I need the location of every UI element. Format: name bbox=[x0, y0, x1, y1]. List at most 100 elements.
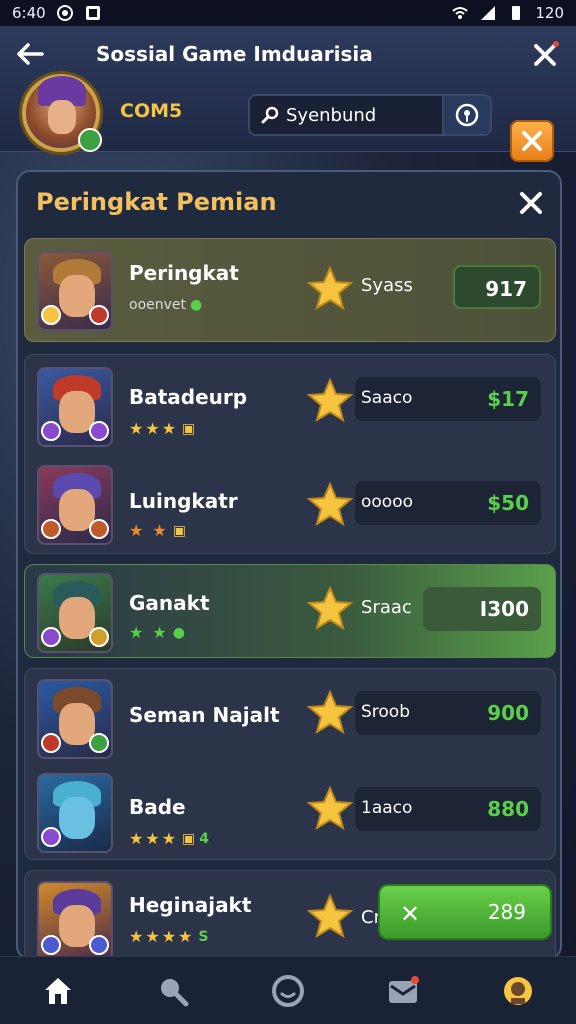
player-rating: ★ ★ ▣ bbox=[129, 521, 186, 540]
score-box: Sroob 900 bbox=[355, 691, 541, 735]
bonus-icon: ▣ bbox=[182, 830, 196, 847]
search-icon bbox=[261, 106, 279, 124]
panel-close-icon[interactable] bbox=[516, 188, 546, 218]
score-value: 900 bbox=[487, 701, 529, 725]
leaderboard-row[interactable]: Ganakt ★ ★ ● Sraac I300 bbox=[24, 564, 556, 658]
star-icon bbox=[307, 377, 353, 423]
leaderboard-panel: Peringkat Pemian Peringkat ooenvet ● Syas… bbox=[16, 170, 562, 960]
smile-icon bbox=[271, 974, 304, 1007]
search-value: Syenbund bbox=[286, 104, 377, 126]
avatar-face bbox=[48, 100, 76, 134]
score-value: 917 bbox=[485, 277, 527, 301]
nav-mail[interactable] bbox=[381, 969, 425, 1013]
row-label: Sroob bbox=[361, 702, 410, 722]
leaderboard-row-group: Seman Najalt Sroob 900 Bade ★★★ ▣ 4 1aaco … bbox=[24, 668, 556, 860]
rating-stars: ★★★★ bbox=[129, 927, 195, 946]
nav-search[interactable] bbox=[151, 969, 195, 1013]
panel-title: Peringkat Pemian bbox=[36, 188, 277, 216]
score-box: I300 bbox=[423, 587, 541, 631]
page-title: Sossial Game Imduarisia bbox=[96, 42, 373, 66]
rating-stars: ★ ★ bbox=[129, 521, 169, 540]
player-avatar-icon bbox=[37, 773, 113, 853]
close-icon[interactable] bbox=[530, 40, 560, 70]
bottom-navigation bbox=[0, 956, 576, 1024]
signal-icon bbox=[481, 6, 496, 20]
trophy-icon bbox=[504, 976, 533, 1005]
rating-stars: ★ ★ bbox=[129, 623, 169, 642]
search-icon bbox=[160, 978, 189, 1006]
player-rating: ★★★ ▣ bbox=[129, 419, 195, 438]
level-gem-icon bbox=[78, 128, 102, 152]
row-label: ooooo bbox=[361, 492, 414, 512]
target-icon bbox=[56, 5, 73, 21]
score-box: 1aaco 880 bbox=[355, 787, 541, 831]
player-rating: ★★★★ S bbox=[129, 927, 208, 946]
player-name: Heginajakt bbox=[129, 893, 252, 917]
nav-home[interactable] bbox=[36, 969, 80, 1013]
score-box: ooooo $50 bbox=[355, 481, 541, 525]
player-name: Batadeurp bbox=[129, 385, 248, 409]
row-label: 1aaco bbox=[361, 798, 413, 818]
player-rating: ★ ★ ● bbox=[129, 623, 185, 642]
bonus-icon: ▣ bbox=[182, 420, 196, 437]
player-name: Seman Najalt bbox=[129, 703, 280, 727]
player-subtitle: ooenvet ● bbox=[129, 297, 202, 313]
status-bar: 6:40 120 bbox=[0, 0, 576, 26]
cross-icon bbox=[522, 131, 542, 151]
player-avatar-icon bbox=[37, 251, 113, 331]
leaderboard-row[interactable]: Peringkat ooenvet ● Syass 917 bbox=[24, 238, 556, 342]
player-sub-text: ooenvet bbox=[129, 297, 187, 313]
star-icon bbox=[307, 689, 353, 735]
info-icon bbox=[455, 103, 479, 127]
rating-stars: ★★★ bbox=[129, 829, 179, 848]
player-avatar-icon bbox=[37, 881, 113, 958]
leaderboard-row-group: Batadeurp ★★★ ▣ Saaco $17 Luingkatr ★ ★ ▣ … bbox=[24, 354, 556, 554]
rating-stars: ★★★ bbox=[129, 419, 179, 438]
wifi-icon bbox=[452, 7, 469, 19]
player-avatar-icon bbox=[37, 573, 113, 653]
score-value: I300 bbox=[479, 597, 529, 621]
claim-button[interactable]: ✕ 289 bbox=[378, 884, 552, 940]
player-name: Luingkatr bbox=[129, 489, 238, 513]
potion-icon: ● bbox=[172, 624, 185, 641]
potion-icon: ● bbox=[190, 297, 203, 313]
tools-icon: ✕ bbox=[400, 900, 421, 928]
score-value: $17 bbox=[487, 387, 529, 411]
star-icon bbox=[307, 481, 353, 527]
cancel-button[interactable] bbox=[510, 120, 554, 162]
row-label: Sraac bbox=[361, 597, 412, 618]
star-icon bbox=[307, 265, 353, 311]
mail-icon bbox=[389, 975, 420, 1003]
player-name: Peringkat bbox=[129, 261, 239, 285]
player-avatar-icon bbox=[37, 465, 113, 545]
nav-profile[interactable] bbox=[496, 969, 540, 1013]
player-sub-text: S bbox=[198, 928, 209, 945]
row-label: Saaco bbox=[361, 388, 413, 408]
score-box: Saaco $17 bbox=[355, 377, 541, 421]
player-name: Bade bbox=[129, 795, 186, 819]
player-rating: ★★★ ▣ 4 bbox=[129, 829, 209, 848]
bonus-icon: ▣ bbox=[172, 522, 187, 539]
battery-level: 120 bbox=[535, 4, 564, 22]
star-icon bbox=[307, 585, 353, 631]
home-icon bbox=[44, 977, 71, 1004]
player-name: Ganakt bbox=[129, 591, 210, 615]
player-avatar[interactable] bbox=[22, 74, 102, 152]
score-box: 917 bbox=[453, 265, 541, 309]
search-submit-button[interactable] bbox=[442, 96, 490, 134]
star-icon bbox=[307, 893, 353, 939]
search-field[interactable]: Syenbund bbox=[248, 94, 492, 136]
back-arrow-icon[interactable] bbox=[14, 40, 46, 68]
star-icon bbox=[307, 785, 353, 831]
app-header: Sossial Game Imduarisia COM5 Syenbund bbox=[0, 26, 576, 162]
claim-value: 289 bbox=[487, 900, 526, 924]
player-avatar-icon bbox=[37, 679, 113, 759]
score-value: $50 bbox=[487, 491, 529, 515]
battery-icon bbox=[512, 6, 521, 20]
player-avatar-icon bbox=[37, 367, 113, 447]
row-label: Syass bbox=[361, 275, 413, 296]
status-time: 6:40 bbox=[12, 4, 46, 22]
player-sub-text: 4 bbox=[199, 830, 210, 847]
nav-social[interactable] bbox=[266, 969, 310, 1013]
notification-icon bbox=[85, 6, 100, 20]
